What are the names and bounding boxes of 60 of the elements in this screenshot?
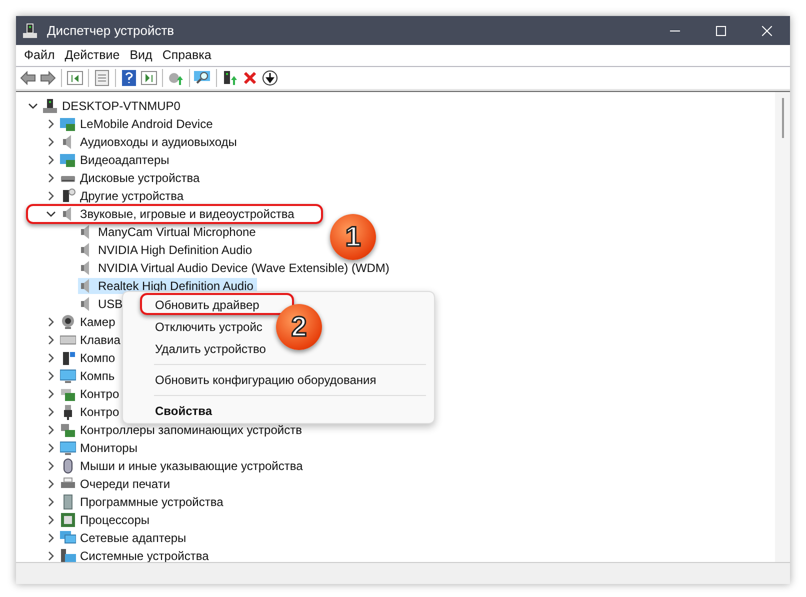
tree-item[interactable]: NVIDIA Virtual Audio Device (Wave Extensible) (WDM)	[78, 260, 394, 276]
tree-item[interactable]: Мониторы	[60, 440, 142, 456]
tree-item[interactable]: Мыши и иные указывающие устройства	[60, 458, 307, 474]
menu-item[interactable]: Обновить драйвер	[155, 294, 260, 316]
menu-item[interactable]: Файл	[20, 46, 59, 65]
controller-card-icon	[60, 386, 76, 402]
collapse-chevron-icon[interactable]	[28, 101, 38, 111]
computer-icon	[42, 98, 58, 114]
tree-item[interactable]: LeMobile Android Device	[60, 116, 217, 132]
help-icon[interactable]	[119, 68, 139, 88]
menu-item[interactable]: Удалить устройство	[155, 338, 266, 360]
window-title: Диспетчер устройств	[47, 22, 174, 40]
storage-controller-icon	[60, 422, 76, 438]
tree-item[interactable]: ManyCam Virtual Microphone	[78, 224, 260, 240]
properties-icon[interactable]	[92, 68, 112, 88]
download-circle-icon[interactable]	[260, 68, 280, 88]
tree-item[interactable]: Звуковые, игровые и видеоустройства	[60, 206, 298, 222]
menu-item[interactable]: Обновить конфигурацию оборудования	[155, 369, 376, 391]
menu-item[interactable]: Справка	[158, 46, 216, 65]
monitor-icon	[60, 440, 76, 456]
tree-item[interactable]: Дисковые устройства	[60, 170, 204, 186]
network-adapter-icon	[60, 530, 76, 546]
scrollbar[interactable]	[775, 92, 790, 562]
webcam-icon	[60, 314, 76, 330]
back-arrow-icon[interactable]	[18, 68, 38, 88]
menu-item[interactable]: Действие	[60, 46, 124, 65]
action-pane-icon[interactable]	[139, 68, 159, 88]
forward-arrow-icon[interactable]	[38, 68, 58, 88]
display-adapter-icon	[60, 116, 76, 132]
tree-item[interactable]: Видеоадаптеры	[60, 152, 174, 168]
tree-item[interactable]: Сетевые адаптеры	[60, 530, 190, 546]
maximize-icon	[716, 26, 726, 36]
tree-item[interactable]: Аудиовходы и аудиовыходы	[60, 134, 241, 150]
close-icon	[762, 26, 772, 36]
processor-icon	[60, 512, 76, 528]
tree-item[interactable]: Контроллеры запоминающих устройств	[60, 422, 306, 438]
tree-item[interactable]: Компо	[60, 350, 120, 366]
tree-item[interactable]: Процессоры	[60, 512, 154, 528]
tree-item[interactable]: Клавиа	[60, 332, 124, 348]
unknown-device-icon	[60, 188, 76, 204]
display-adapter-icon	[60, 152, 76, 168]
collapse-chevron-icon[interactable]	[46, 209, 56, 219]
component-icon	[60, 350, 76, 366]
tree-item[interactable]: NVIDIA High Definition Audio	[78, 242, 256, 258]
console-tree-icon[interactable]	[65, 68, 85, 88]
tree-item[interactable]: Другие устройства	[60, 188, 188, 204]
tree-item[interactable]: Камер	[60, 314, 120, 330]
menu-item[interactable]: Свойства	[155, 400, 212, 422]
tree-item[interactable]: USB	[78, 296, 127, 312]
tree-item[interactable]: Контро	[60, 404, 124, 420]
tree-item[interactable]: Контро	[60, 386, 124, 402]
device-manager-icon	[22, 22, 38, 38]
tree-item[interactable]: DESKTOP-VTNMUP0	[42, 98, 184, 114]
system-device-icon	[60, 548, 76, 562]
tree-item[interactable]: Компь	[60, 368, 119, 384]
tree-item[interactable]: Очереди печати	[60, 476, 174, 492]
monitor-icon	[60, 368, 76, 384]
menu-item[interactable]: Отключить устройс	[155, 316, 262, 338]
menu-item[interactable]: Вид	[126, 46, 156, 65]
tree-item[interactable]: Программные устройства	[60, 494, 228, 510]
